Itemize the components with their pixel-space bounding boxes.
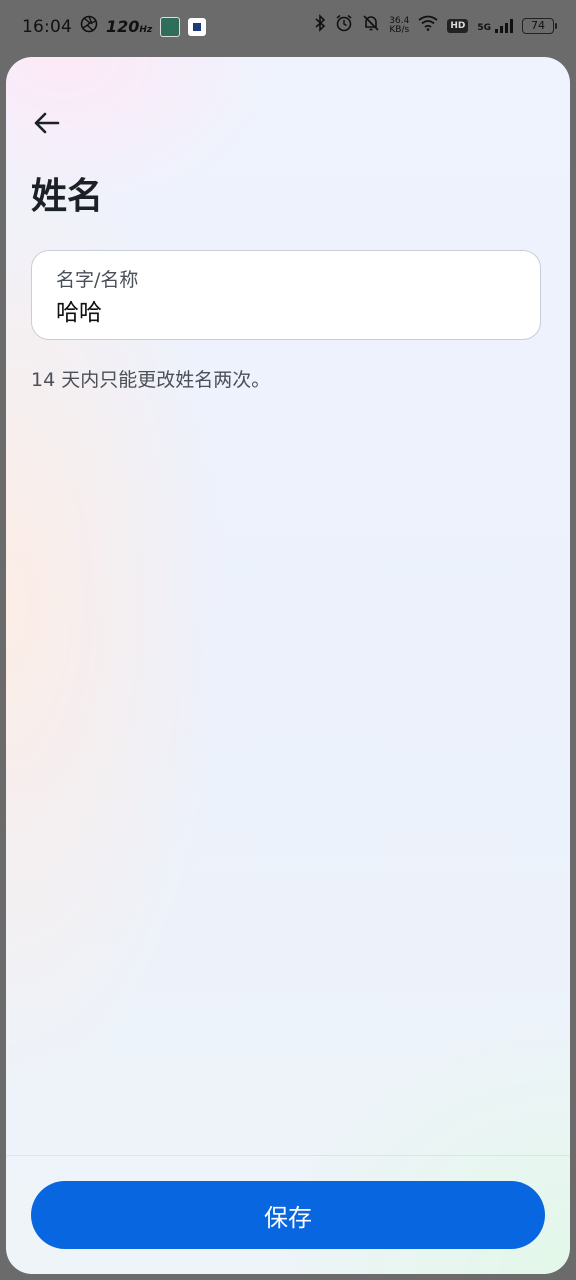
footer-divider	[6, 1155, 570, 1156]
aperture-icon	[80, 15, 98, 38]
signal-icon: 5G	[477, 18, 513, 33]
refresh-rate: 120Hz	[106, 17, 152, 36]
hd-badge: HD	[447, 18, 469, 33]
battery-icon: 74	[522, 17, 557, 34]
network-speed-unit: KB/s	[389, 24, 410, 35]
status-time: 16:04	[22, 16, 72, 37]
network-type: 5G	[477, 22, 491, 33]
wifi-icon	[418, 15, 438, 36]
page-title: 姓名	[31, 176, 104, 217]
refresh-rate-value: 120	[106, 17, 140, 36]
app-notification-icon	[160, 16, 181, 37]
refresh-rate-unit: Hz	[139, 25, 153, 35]
mute-bell-icon	[362, 14, 380, 37]
name-input[interactable]	[54, 293, 518, 327]
back-button[interactable]	[28, 105, 64, 141]
edit-name-sheet: 姓名 名字/名称 14 天内只能更改姓名两次。 保存	[6, 57, 570, 1274]
status-left: 16:04 120Hz	[22, 15, 207, 38]
status-right: 36.4 KB/s HD 5G 74	[314, 14, 557, 37]
name-field[interactable]: 名字/名称	[31, 250, 541, 340]
network-speed: 36.4 KB/s	[389, 16, 410, 35]
bluetooth-icon	[314, 14, 326, 37]
app-notification-icon-2	[188, 17, 207, 36]
status-bar: 16:04 120Hz 36.4 KB/s HD 5G 74	[0, 0, 576, 52]
name-field-label: 名字/名称	[56, 269, 139, 291]
save-button[interactable]: 保存	[31, 1181, 545, 1249]
back-arrow-icon	[34, 112, 60, 134]
name-change-hint: 14 天内只能更改姓名两次。	[31, 369, 271, 391]
alarm-icon	[335, 14, 353, 37]
